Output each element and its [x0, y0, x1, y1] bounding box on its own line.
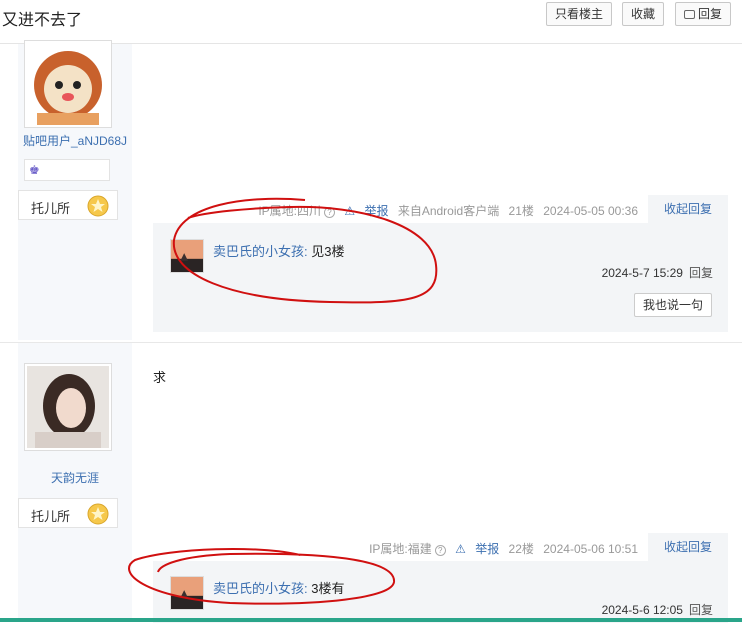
reply-content: 卖巴氏的小女孩: 3楼有	[213, 578, 344, 597]
only-op-button[interactable]: 只看楼主	[546, 2, 612, 26]
post-floor-21: 贴吧用户_aNJD68J ♚ 托儿所 IP属地:四川? ⚠ 举报 来自Andro…	[0, 40, 742, 340]
help-icon[interactable]: ?	[434, 545, 446, 556]
client-source[interactable]: 来自Android客户端	[398, 204, 499, 218]
reply-avatar[interactable]	[170, 576, 204, 610]
girl-avatar-image	[27, 366, 109, 448]
avatar[interactable]	[24, 363, 112, 451]
report-label: 举报	[475, 542, 500, 556]
fold-replies-button[interactable]: 收起回复	[648, 195, 728, 223]
author-name[interactable]: 天韵无涯	[18, 469, 132, 486]
reply-button-label: 回复	[698, 7, 723, 21]
fold-replies-button[interactable]: 收起回复	[648, 533, 728, 561]
bottom-strip	[0, 618, 742, 622]
floor-number: 21楼	[508, 204, 534, 218]
ip-location: IP属地:四川	[258, 204, 322, 218]
reply-text: 见3楼	[311, 244, 345, 259]
reply-panel: 卖巴氏的小女孩: 3楼有 2024-5-6 12:05 回复	[153, 561, 728, 623]
post-meta: IP属地:四川? ⚠ 举报 来自Android客户端 21楼 2024-05-0…	[252, 202, 638, 219]
reply-username[interactable]: 卖巴氏的小女孩:	[213, 581, 308, 596]
author-sidebar: 天韵无涯 托儿所	[18, 343, 132, 622]
say-something-button[interactable]: 我也说一句	[634, 293, 712, 317]
star-icon	[87, 195, 109, 217]
badge-name: 托儿所	[31, 509, 71, 524]
post-meta: IP属地:福建? ⚠ 举报 22楼 2024-05-06 10:51	[363, 540, 638, 557]
report-link[interactable]: ⚠ 举报	[344, 204, 388, 218]
reply-time: 2024-5-6 12:05	[601, 603, 683, 617]
post-content: 求	[153, 370, 167, 385]
floor-number: 22楼	[508, 542, 534, 556]
reply-content: 卖巴氏的小女孩: 见3楼	[213, 241, 344, 260]
reply-avatar[interactable]	[170, 239, 204, 273]
reply-text: 3楼有	[311, 581, 345, 596]
lion-avatar-image	[27, 43, 109, 125]
comment-icon	[684, 10, 695, 19]
forum-badge[interactable]: 托儿所	[18, 190, 118, 220]
help-icon[interactable]: ?	[324, 207, 336, 218]
reply-panel: 卖巴氏的小女孩: 见3楼 2024-5-7 15:29 回复 我也说一句	[153, 223, 728, 332]
reply-meta: 2024-5-7 15:29 回复	[602, 264, 713, 281]
avatar[interactable]	[24, 40, 112, 128]
reply-reply-link[interactable]: 回复	[689, 266, 713, 280]
author-sidebar: 贴吧用户_aNJD68J ♚ 托儿所	[18, 40, 132, 340]
reply-username[interactable]: 卖巴氏的小女孩:	[213, 244, 308, 259]
favorite-button[interactable]: 收藏	[622, 2, 664, 26]
thread-header: 又进不去了 只看楼主 收藏 回复	[0, 0, 742, 44]
member-icon: ♚	[29, 163, 40, 177]
reply-reply-link[interactable]: 回复	[689, 603, 713, 617]
report-label: 举报	[364, 204, 389, 218]
post-time: 2024-05-05 00:36	[543, 204, 638, 218]
level-box: ♚	[24, 159, 110, 181]
badge-name: 托儿所	[31, 201, 71, 216]
thread-title: 又进不去了	[2, 12, 83, 29]
star-icon	[87, 503, 109, 525]
post-floor-22: 天韵无涯 托儿所 求 IP属地:福建? ⚠ 举报 22楼 2024-05-06 …	[0, 342, 742, 623]
report-link[interactable]: ⚠ 举报	[455, 542, 499, 556]
post-time: 2024-05-06 10:51	[543, 542, 638, 556]
reply-button[interactable]: 回复	[675, 2, 731, 26]
reply-meta: 2024-5-6 12:05 回复	[602, 601, 713, 618]
forum-badge[interactable]: 托儿所	[18, 498, 118, 528]
author-name[interactable]: 贴吧用户_aNJD68J	[18, 132, 132, 149]
ip-location: IP属地:福建	[369, 542, 432, 556]
reply-time: 2024-5-7 15:29	[601, 266, 683, 280]
